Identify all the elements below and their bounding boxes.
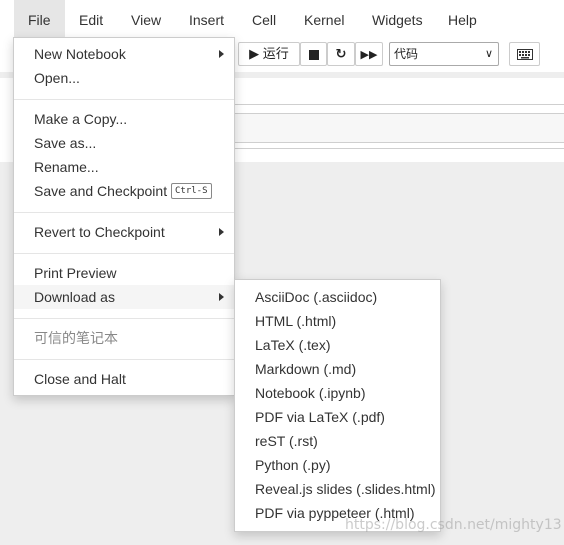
caret-right-icon — [219, 293, 224, 301]
menu-item-close-halt[interactable]: Close and Halt — [14, 367, 234, 391]
fast-forward-icon: ▶▶ — [360, 49, 378, 61]
menu-item-download-as[interactable]: Download as — [14, 285, 234, 309]
interrupt-button[interactable] — [300, 42, 327, 66]
menu-help[interactable]: Help — [434, 0, 491, 38]
menu-item-revert-checkpoint[interactable]: Revert to Checkpoint — [14, 220, 234, 244]
divider — [234, 148, 564, 149]
menu-divider — [14, 318, 234, 319]
download-item-latex[interactable]: LaTeX (.tex) — [235, 333, 440, 357]
cell-type-value: 代码 — [394, 47, 419, 61]
menu-item-open[interactable]: Open... — [14, 66, 234, 90]
menu-item-save-as[interactable]: Save as... — [14, 131, 234, 155]
download-item-python[interactable]: Python (.py) — [235, 453, 440, 477]
menu-divider — [14, 212, 234, 213]
menu-item-print-preview[interactable]: Print Preview — [14, 261, 234, 285]
menu-file[interactable]: File — [14, 0, 65, 38]
menu-edit[interactable]: Edit — [65, 0, 117, 38]
run-button[interactable]: ▶ 运行 — [238, 42, 300, 66]
download-item-html[interactable]: HTML (.html) — [235, 309, 440, 333]
restart-icon: ↻ — [335, 46, 347, 61]
keyboard-shortcut: Ctrl-S — [171, 183, 212, 199]
menu-item-label: Save and Checkpoint — [34, 183, 168, 199]
menu-divider — [14, 359, 234, 360]
menu-item-label: New Notebook — [34, 46, 126, 62]
caret-right-icon — [219, 228, 224, 236]
download-item-notebook[interactable]: Notebook (.ipynb) — [235, 381, 440, 405]
cell-type-select[interactable]: 代码 ∨ — [389, 42, 499, 66]
menu-divider — [14, 253, 234, 254]
menu-widgets[interactable]: Widgets — [358, 0, 437, 38]
menu-view[interactable]: View — [117, 0, 175, 38]
menu-item-make-copy[interactable]: Make a Copy... — [14, 107, 234, 131]
play-icon: ▶ — [249, 46, 260, 61]
menu-item-new-notebook[interactable]: New Notebook — [14, 42, 234, 66]
menu-cell[interactable]: Cell — [238, 0, 290, 38]
file-menu: New Notebook Open... Make a Copy... Save… — [13, 37, 235, 396]
stop-icon — [308, 49, 319, 60]
download-as-submenu: AsciiDoc (.asciidoc) HTML (.html) LaTeX … — [234, 279, 441, 532]
run-label: 运行 — [262, 46, 289, 61]
menu-item-save-checkpoint[interactable]: Save and Checkpoint Ctrl-S — [14, 179, 234, 203]
download-item-pdf-latex[interactable]: PDF via LaTeX (.pdf) — [235, 405, 440, 429]
menu-divider — [14, 99, 234, 100]
divider — [234, 104, 564, 105]
download-item-markdown[interactable]: Markdown (.md) — [235, 357, 440, 381]
menu-item-trusted-notebook: 可信的笔记本 — [34, 330, 118, 346]
menu-insert[interactable]: Insert — [175, 0, 238, 38]
caret-right-icon — [219, 50, 224, 58]
keyboard-icon — [516, 49, 533, 61]
watermark: https://blog.csdn.net/mighty13 — [345, 517, 562, 533]
download-item-asciidoc[interactable]: AsciiDoc (.asciidoc) — [235, 285, 440, 309]
restart-run-all-button[interactable]: ▶▶ — [355, 42, 383, 66]
restart-button[interactable]: ↻ — [327, 42, 355, 66]
chevron-down-icon: ∨ — [484, 48, 493, 60]
menu-item-rename[interactable]: Rename... — [14, 155, 234, 179]
download-item-rest[interactable]: reST (.rst) — [235, 429, 440, 453]
download-item-reveal-slides[interactable]: Reveal.js slides (.slides.html) — [235, 477, 440, 501]
command-palette-button[interactable] — [509, 42, 540, 66]
menu-item-label: Revert to Checkpoint — [34, 224, 165, 240]
code-cell[interactable] — [234, 113, 564, 143]
menu-kernel[interactable]: Kernel — [290, 0, 358, 38]
menu-bar: File Edit View Insert Cell Kernel Widget… — [0, 0, 564, 39]
menu-item-label: Download as — [34, 289, 115, 305]
